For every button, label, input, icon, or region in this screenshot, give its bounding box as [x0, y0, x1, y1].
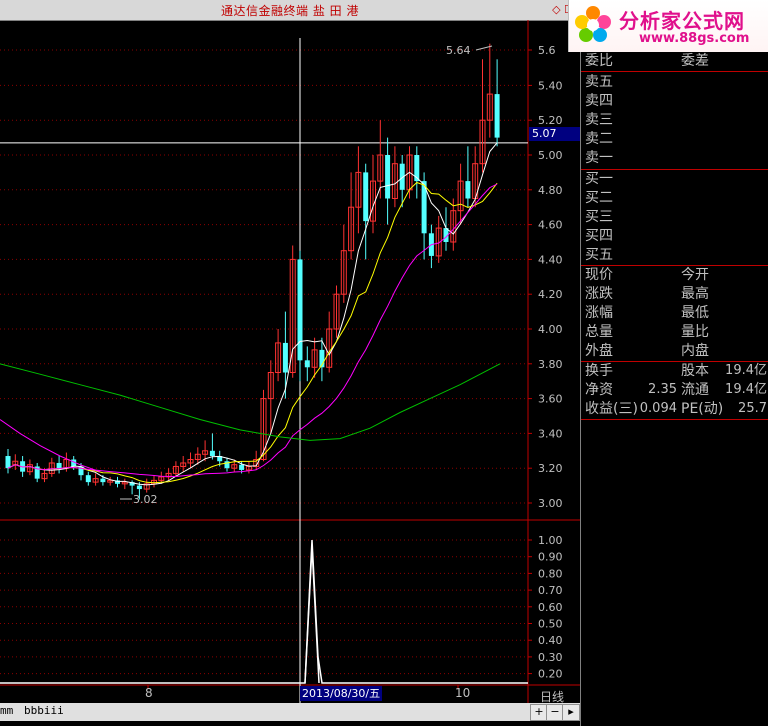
eps-label: 收益(三): [585, 401, 638, 417]
candle-body: [85, 475, 91, 483]
buy-1-label: 买一: [585, 171, 613, 187]
buy-5-label: 买五: [585, 247, 613, 263]
sell-4-label: 卖四: [585, 93, 613, 109]
price-tick-label: 3.40: [538, 427, 563, 440]
indicator-tick-label: 0.30: [538, 651, 563, 664]
outer-vol-label: 外盘: [585, 343, 613, 359]
indicator-tick-label: 0.20: [538, 668, 563, 681]
price-tick-label: 3.60: [538, 393, 563, 406]
order-ratio-label: 委比: [585, 53, 613, 69]
indicator-signal-line: [0, 539, 528, 684]
float-label: 流通: [681, 382, 709, 398]
cursor-date-label: 2013/08/30/五: [300, 686, 383, 701]
sell-2-label: 卖二: [585, 131, 613, 147]
pe-label: PE(动): [681, 401, 724, 417]
price-tick-label: 4.80: [538, 184, 563, 197]
candle-body: [465, 181, 471, 199]
ma60-line: [0, 363, 501, 441]
quote-panel: 委比 委差 卖五 卖四 卖三 卖二 卖一 买一 买二 买三 买四 买五 现价 今…: [580, 52, 768, 726]
candle-body: [297, 259, 303, 361]
low-price-annotation: 3.02: [133, 493, 158, 506]
net-asset-label: 净资: [585, 382, 613, 398]
indicator-tick-label: 0.40: [538, 634, 563, 647]
volume-ratio-label: 量比: [681, 324, 709, 340]
net-asset-value: 2.35: [648, 382, 677, 397]
price-tick-label: 3.80: [538, 358, 563, 371]
indicator-tick-label: 0.90: [538, 551, 563, 564]
kline-chart[interactable]: 5.6 5.40 5.20 5.00 4.80 4.60 4.40 4.20 4.00 3.80 3…: [0, 20, 580, 703]
cursor-price-label: 5.07: [529, 127, 582, 141]
divider: [581, 71, 768, 72]
price-tick-label: 3.20: [538, 462, 563, 475]
indicator-tick-label: 0.50: [538, 618, 563, 631]
price-label: 现价: [585, 267, 613, 283]
price-tick-label: 3.00: [538, 497, 563, 510]
indicator-signal-line-inner: [304, 546, 320, 684]
divider: [581, 419, 768, 420]
turnover-label: 换手: [585, 363, 613, 379]
share-capital-value: 19.4亿: [725, 363, 767, 378]
high-price-annotation: 5.64: [446, 44, 471, 57]
price-tick-label: 4.00: [538, 323, 563, 336]
candle-body: [363, 172, 369, 222]
buy-2-label: 买二: [585, 190, 613, 206]
low-label: 最低: [681, 305, 709, 321]
window-title: 通达信金融终端 盐 田 港: [221, 4, 359, 18]
sell-5-label: 卖五: [585, 74, 613, 90]
change-pct-label: 涨幅: [585, 305, 613, 321]
share-capital-label: 股本: [681, 363, 709, 379]
candle-body: [282, 342, 288, 373]
pe-value: 25.7: [738, 401, 767, 416]
price-tick-label: 5.40: [538, 79, 563, 92]
candle-body: [494, 94, 500, 138]
price-tick-label: 4.40: [538, 253, 563, 266]
change-label: 涨跌: [585, 286, 613, 302]
inner-vol-label: 内盘: [681, 343, 709, 359]
tab-mm[interactable]: mm: [0, 704, 13, 717]
candle-body: [136, 485, 142, 490]
next-button[interactable]: ▸: [562, 704, 580, 721]
candlesticks: [5, 43, 500, 500]
float-value: 19.4亿: [725, 382, 767, 397]
brand-logo: 分析家公式网 www.88gs.com: [568, 0, 768, 52]
candle-body: [239, 464, 245, 470]
price-tick-label: 5.6: [538, 44, 556, 57]
indicator-tick-label: 0.70: [538, 584, 563, 597]
indicator-tick-label: 0.60: [538, 601, 563, 614]
sell-3-label: 卖三: [585, 112, 613, 128]
price-tick-label: 5.00: [538, 149, 563, 162]
month-label: 8: [145, 686, 153, 700]
price-tick-label: 4.60: [538, 219, 563, 232]
indicator-tick-label: 0.80: [538, 567, 563, 580]
candle-body: [56, 462, 62, 469]
candle-body: [5, 456, 11, 469]
candle-body: [100, 478, 106, 483]
tab-bbbiii[interactable]: bbbiii: [24, 704, 64, 717]
order-diff-label: 委差: [681, 53, 709, 69]
month-label: 10: [455, 686, 470, 700]
price-tick-label: 5.20: [538, 114, 563, 127]
open-label: 今开: [681, 267, 709, 283]
title-bar: 通达信金融终端 盐 田 港 ◇ ☐: [0, 0, 580, 21]
buy-4-label: 买四: [585, 228, 613, 244]
candle-body: [385, 155, 391, 199]
brand-name: 分析家公式网: [619, 9, 745, 33]
brand-url: www.88gs.com: [639, 31, 750, 46]
indicator-pane: [0, 539, 528, 684]
high-label: 最高: [681, 286, 709, 302]
chart-grid: [0, 49, 528, 675]
candle-body: [304, 360, 310, 368]
sell-1-label: 卖一: [585, 150, 613, 166]
buy-3-label: 买三: [585, 209, 613, 225]
price-tick-label: 4.20: [538, 288, 563, 301]
volume-label: 总量: [585, 324, 613, 340]
eps-value: 0.094: [639, 401, 677, 416]
formula-tab-strip: mm bbbiii + − ▸: [0, 703, 580, 721]
candle-body: [209, 450, 215, 457]
indicator-tick-label: 1.00: [538, 534, 563, 547]
